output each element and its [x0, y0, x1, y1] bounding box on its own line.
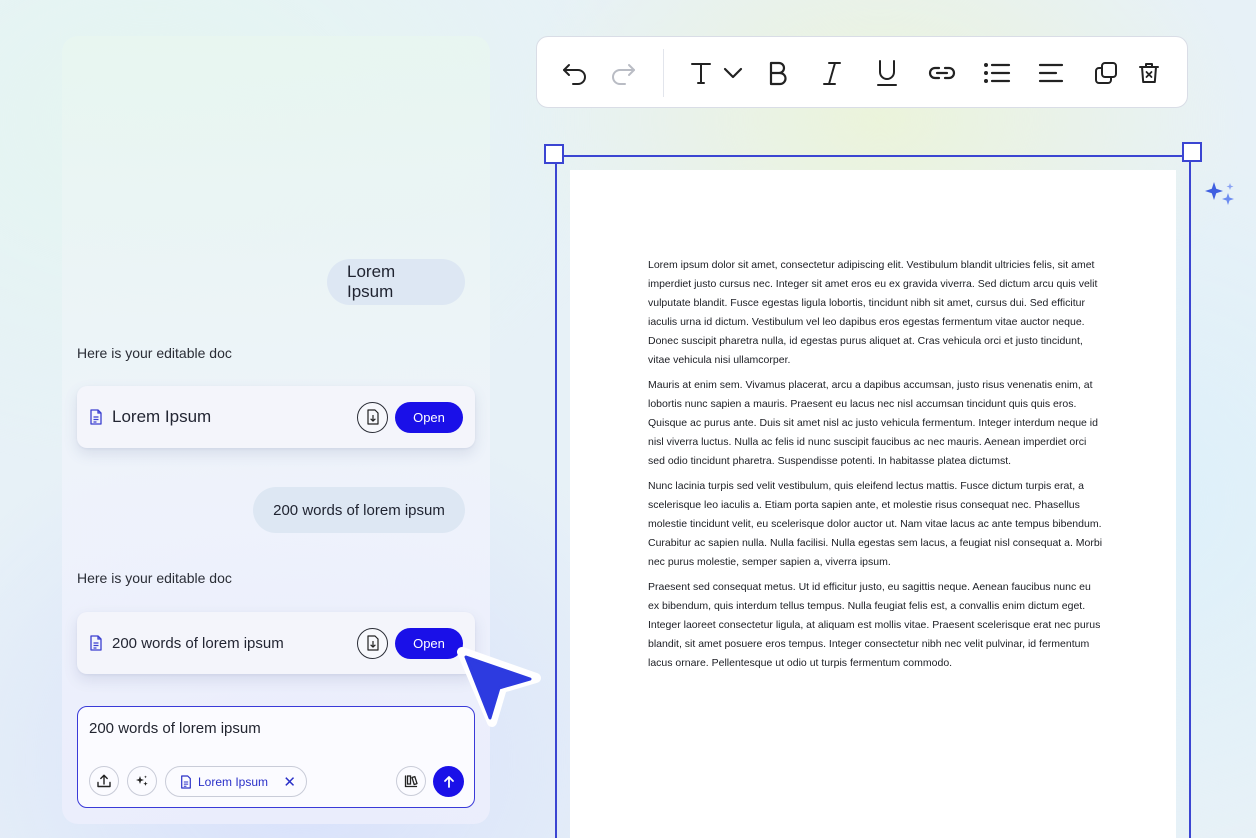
- document-paragraph: Lorem ipsum dolor sit amet, consectetur …: [648, 259, 1098, 366]
- redo-button[interactable]: [607, 57, 639, 89]
- underline-icon: [877, 60, 897, 86]
- text-style-button[interactable]: [685, 57, 717, 89]
- open-button[interactable]: Open: [395, 401, 463, 433]
- remove-attachment-icon[interactable]: ✕: [283, 773, 296, 791]
- delete-icon: [1139, 63, 1159, 83]
- user-message: 200 words of lorem ipsum: [253, 487, 465, 533]
- align-left-icon: [1038, 63, 1064, 83]
- composer-input[interactable]: 200 words of lorem ipsum: [89, 720, 261, 737]
- document-paragraph: Nunc lacinia turpis sed velit vestibulum…: [648, 480, 1103, 568]
- bullet-list-button[interactable]: [981, 57, 1013, 89]
- underline-button[interactable]: [871, 57, 903, 89]
- document-body[interactable]: Lorem ipsum dolor sit amet, consectetur …: [648, 256, 1104, 679]
- link-button[interactable]: [926, 57, 958, 89]
- user-message-text: Lorem Ipsum: [347, 262, 396, 301]
- redo-icon: [612, 64, 635, 85]
- sparkle-icon: [136, 775, 148, 786]
- doc-card[interactable]: 200 words of lorem ipsum Open: [77, 612, 475, 674]
- ai-assist-button[interactable]: [127, 766, 157, 796]
- document-icon: [181, 774, 191, 789]
- assistant-message: Here is your editable doc: [77, 345, 232, 361]
- download-icon: [366, 409, 379, 425]
- formatting-toolbar: [536, 36, 1188, 108]
- resize-handle-top-right[interactable]: [1182, 142, 1202, 162]
- text-style-dropdown[interactable]: [717, 57, 749, 89]
- undo-icon: [563, 64, 586, 85]
- document-paragraph: Praesent sed consequat metus. Ut id effi…: [648, 581, 1101, 669]
- sparkle-icon: [1205, 182, 1234, 205]
- library-button[interactable]: [396, 766, 426, 796]
- duplicate-icon: [1095, 62, 1117, 84]
- duplicate-button[interactable]: [1090, 57, 1122, 89]
- send-icon: [443, 775, 454, 788]
- download-icon: [366, 635, 379, 651]
- upload-button[interactable]: [89, 766, 119, 796]
- doc-card[interactable]: Lorem Ipsum Open: [77, 386, 475, 448]
- text-format-icon: [691, 63, 711, 84]
- attachment-chip-label: Lorem Ipsum: [198, 774, 269, 789]
- link-icon: [928, 66, 956, 80]
- user-message-text: 200 words of lorem ipsum: [273, 501, 445, 519]
- chat-panel: Lorem Ipsum Here is your editable doc Lo…: [62, 36, 490, 824]
- document-paragraph: Mauris at enim sem. Vivamus placerat, ar…: [648, 379, 1098, 467]
- chevron-down-icon: [723, 67, 743, 79]
- bold-button[interactable]: [762, 57, 794, 89]
- resize-handle-top-left[interactable]: [544, 144, 564, 164]
- library-icon: [404, 775, 418, 788]
- download-button[interactable]: [357, 401, 388, 433]
- toolbar-divider: [663, 49, 664, 97]
- delete-button[interactable]: [1133, 57, 1165, 89]
- download-button[interactable]: [357, 627, 388, 659]
- doc-card-title: 200 words of lorem ipsum: [112, 634, 284, 652]
- upload-icon: [97, 774, 111, 788]
- italic-button[interactable]: [816, 57, 848, 89]
- document-icon: [89, 409, 103, 425]
- align-button[interactable]: [1035, 57, 1067, 89]
- doc-card-title: Lorem Ipsum: [112, 407, 212, 426]
- bullet-list-icon: [984, 63, 1011, 83]
- chat-composer[interactable]: 200 words of lorem ipsum Lorem Ipsum ✕: [77, 706, 475, 808]
- user-message: Lorem Ipsum: [327, 259, 465, 305]
- pointer-cursor-icon: [457, 647, 541, 727]
- bold-icon: [769, 61, 787, 86]
- attachment-chip[interactable]: Lorem Ipsum ✕: [165, 766, 307, 797]
- italic-icon: [823, 62, 841, 85]
- assistant-message: Here is your editable doc: [77, 570, 232, 586]
- document-icon: [89, 635, 103, 651]
- send-button[interactable]: [433, 766, 464, 797]
- undo-button[interactable]: [559, 57, 591, 89]
